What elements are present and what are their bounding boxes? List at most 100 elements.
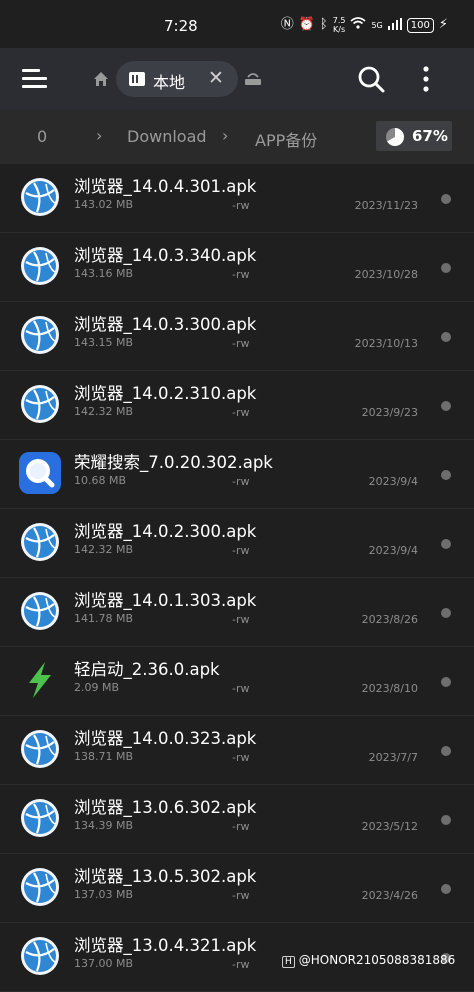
storage-percent: 67%: [412, 127, 448, 145]
file-permissions: -rw: [232, 751, 250, 764]
more-options-button[interactable]: [414, 65, 438, 93]
file-date: 2023/9/4: [368, 544, 418, 557]
file-row[interactable]: 浏览器_14.0.4.301.apk 143.02 MB -rw 2023/11/23: [0, 164, 474, 233]
storage-icon: [128, 71, 146, 87]
file-name: 浏览器_13.0.4.321.apk: [74, 936, 257, 955]
file-row[interactable]: 轻启动_2.36.0.apk 2.09 MB -rw 2023/8/10: [0, 647, 474, 716]
browser-icon: [19, 245, 61, 287]
browser-icon: [19, 521, 61, 563]
breadcrumb: 0 › Download › APP备份 67%: [0, 110, 474, 164]
file-size: 138.71 MB: [74, 750, 134, 763]
file-row[interactable]: 浏览器_14.0.3.300.apk 143.15 MB -rw 2023/10/13: [0, 302, 474, 371]
nfc-icon: Ⓝ: [280, 17, 294, 32]
select-dot[interactable]: [441, 677, 451, 687]
network-type: 5G: [371, 20, 383, 30]
file-permissions: -rw: [232, 337, 250, 350]
file-date: 2023/7/7: [368, 751, 418, 764]
file-name: 浏览器_14.0.1.303.apk: [74, 591, 257, 610]
select-dot[interactable]: [441, 608, 451, 618]
browser-icon: [19, 797, 61, 839]
pie-chart-icon: [386, 128, 404, 146]
file-date: 2023/11/23: [354, 199, 418, 212]
browser-icon: [19, 314, 61, 356]
file-row[interactable]: 浏览器_13.0.5.302.apk 137.03 MB -rw 2023/4/26: [0, 854, 474, 923]
browser-icon: [19, 590, 61, 632]
file-permissions: -rw: [232, 268, 250, 281]
search-app-icon: [19, 452, 61, 494]
file-size: 134.39 MB: [74, 819, 134, 832]
select-dot[interactable]: [441, 194, 451, 204]
network-drive-icon[interactable]: [244, 71, 262, 87]
status-bar: 7:28 Ⓝ ⏰ ᛒ 7.5 K/s 5G 100 ⚡: [0, 0, 474, 48]
file-row[interactable]: 浏览器_14.0.0.323.apk 138.71 MB -rw 2023/7/7: [0, 716, 474, 785]
menu-line: [22, 77, 47, 80]
net-speed: 7.5 K/s: [333, 16, 346, 34]
file-row[interactable]: 浏览器_14.0.2.300.apk 142.32 MB -rw 2023/9/4: [0, 509, 474, 578]
file-row[interactable]: 浏览器_14.0.2.310.apk 142.32 MB -rw 2023/9/23: [0, 371, 474, 440]
file-name: 浏览器_14.0.0.323.apk: [74, 729, 257, 748]
file-size: 143.16 MB: [74, 267, 134, 280]
watermark: H @HONOR2105088381886: [282, 953, 455, 968]
file-name: 浏览器_13.0.6.302.apk: [74, 798, 257, 817]
select-dot[interactable]: [441, 263, 451, 273]
file-name: 浏览器_14.0.4.301.apk: [74, 177, 257, 196]
select-dot[interactable]: [441, 470, 451, 480]
menu-line: [22, 85, 47, 88]
lightning-icon: [19, 659, 61, 701]
select-dot[interactable]: [441, 401, 451, 411]
select-dot[interactable]: [441, 884, 451, 894]
close-tab-icon[interactable]: ✕: [208, 67, 224, 89]
file-row[interactable]: 浏览器_13.0.6.302.apk 134.39 MB -rw 2023/5/12: [0, 785, 474, 854]
file-row[interactable]: 浏览器_14.0.3.340.apk 143.16 MB -rw 2023/10/28: [0, 233, 474, 302]
tab-label: 本地: [153, 73, 186, 92]
select-dot[interactable]: [441, 332, 451, 342]
file-permissions: -rw: [232, 958, 250, 971]
menu-button[interactable]: [22, 69, 47, 89]
file-date: 2023/9/4: [368, 475, 418, 488]
charging-icon: ⚡: [438, 17, 448, 32]
breadcrumb-item-download[interactable]: Download: [127, 127, 207, 146]
watermark-text: @HONOR2105088381886: [298, 953, 456, 967]
file-permissions: -rw: [232, 613, 250, 626]
select-dot[interactable]: [441, 746, 451, 756]
signal-icon: [387, 17, 402, 33]
file-name: 浏览器_14.0.2.310.apk: [74, 384, 257, 403]
browser-icon: [19, 866, 61, 908]
file-size: 142.32 MB: [74, 405, 134, 418]
file-date: 2023/9/23: [361, 406, 418, 419]
file-permissions: -rw: [232, 475, 250, 488]
file-size: 137.03 MB: [74, 888, 134, 901]
file-name: 浏览器_14.0.2.300.apk: [74, 522, 257, 541]
file-size: 137.00 MB: [74, 957, 134, 970]
honor-badge: H: [282, 956, 295, 968]
alarm-icon: ⏰: [298, 17, 315, 32]
browser-icon: [19, 176, 61, 218]
file-permissions: -rw: [232, 544, 250, 557]
breadcrumb-item-root[interactable]: 0: [37, 127, 47, 146]
bluetooth-icon: ᛒ: [319, 17, 328, 32]
file-permissions: -rw: [232, 889, 250, 902]
browser-icon: [19, 383, 61, 425]
file-date: 2023/4/26: [361, 889, 418, 902]
net-speed-unit: K/s: [333, 25, 346, 34]
browser-icon: [19, 935, 61, 977]
wifi-icon: [350, 17, 366, 33]
select-dot[interactable]: [441, 539, 451, 549]
more-vertical-icon: [423, 66, 429, 92]
file-row[interactable]: 浏览器_14.0.1.303.apk 141.78 MB -rw 2023/8/26: [0, 578, 474, 647]
file-date: 2023/5/12: [361, 820, 418, 833]
search-button[interactable]: [356, 64, 386, 94]
tab-local[interactable]: 本地 ✕: [116, 61, 238, 97]
menu-line: [22, 69, 40, 72]
file-size: 142.32 MB: [74, 543, 134, 556]
status-time: 7:28: [164, 17, 198, 35]
breadcrumb-separator: ›: [96, 126, 103, 145]
select-dot[interactable]: [441, 815, 451, 825]
file-permissions: -rw: [232, 820, 250, 833]
storage-usage-badge[interactable]: 67%: [376, 121, 452, 151]
status-icons: Ⓝ ⏰ ᛒ 7.5 K/s 5G 100 ⚡: [281, 16, 448, 34]
file-row[interactable]: 荣耀搜索_7.0.20.302.apk 10.68 MB -rw 2023/9/4: [0, 440, 474, 509]
breadcrumb-item-app-backup[interactable]: APP备份: [255, 127, 317, 151]
home-icon[interactable]: [92, 70, 110, 88]
file-permissions: -rw: [232, 406, 250, 419]
